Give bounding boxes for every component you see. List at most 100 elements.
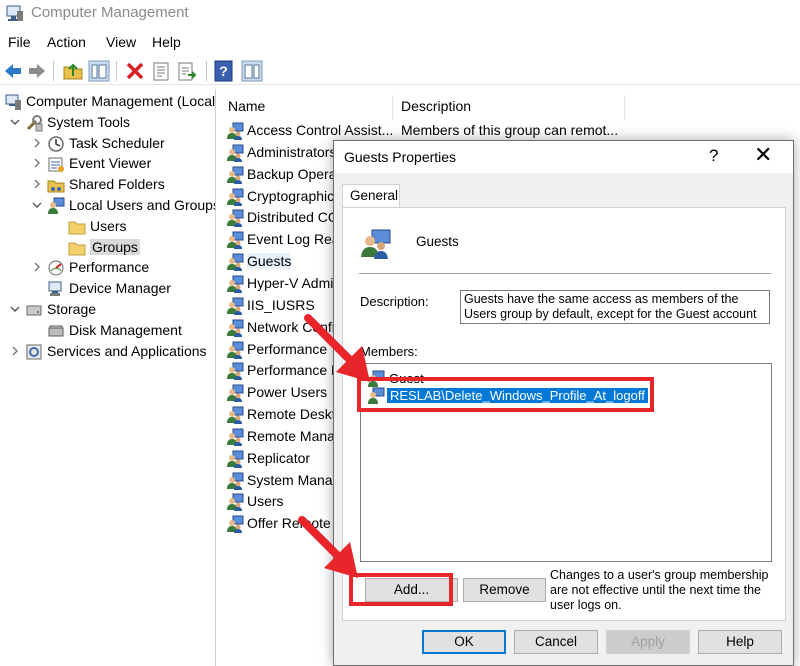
group-icon [227, 297, 244, 315]
menu-help[interactable]: Help [152, 34, 181, 50]
tree-item-label: Users [90, 217, 127, 234]
tree-item-label: Local Users and Groups [69, 197, 216, 213]
back-icon[interactable] [2, 60, 24, 82]
group-icon [227, 231, 244, 250]
tree-item-label: Shared Folders [69, 176, 165, 193]
highlight-selected-member [357, 377, 654, 412]
group-icon [227, 362, 244, 381]
svg-text:?: ? [219, 63, 228, 79]
group-icon [227, 275, 244, 293]
chevron-down-icon[interactable] [9, 303, 21, 315]
dialog-help-icon[interactable]: ? [709, 146, 718, 166]
chevron-right-icon[interactable] [31, 137, 43, 149]
group-icon [227, 319, 244, 337]
menu-action[interactable]: Action [47, 34, 86, 50]
computer-icon [5, 94, 21, 110]
computer-management-icon [6, 5, 23, 21]
toolbar-separator [53, 61, 54, 81]
show-hide-tree-icon[interactable] [88, 60, 110, 82]
console-tree: Computer Management (Local System Tools Ta… [0, 89, 216, 666]
chevron-down-icon[interactable] [31, 199, 43, 211]
column-header-name[interactable]: Name [228, 98, 265, 114]
description-label: Description: [360, 294, 429, 309]
tree-item-label: Services and Applications [47, 342, 207, 359]
group-icon [227, 472, 244, 490]
delete-icon[interactable] [124, 60, 146, 82]
storage-icon [26, 305, 42, 316]
dialog-titlebar: Guests Properties ? ✕ [334, 141, 793, 173]
services-icon [26, 344, 42, 360]
tree-item-label: Groups [90, 238, 140, 255]
window-title: Computer Management [31, 4, 189, 21]
tools-icon [26, 114, 43, 132]
column-header-description[interactable]: Description [401, 98, 471, 114]
remove-button[interactable]: Remove [463, 578, 546, 602]
row-name: System Manag [247, 471, 341, 488]
chevron-right-icon[interactable] [31, 178, 43, 190]
device-manager-icon [48, 281, 62, 297]
chevron-down-icon[interactable] [9, 116, 21, 128]
menu-view[interactable]: View [106, 34, 136, 50]
tree-item-label: Task Scheduler [69, 134, 165, 151]
group-icon [227, 166, 244, 184]
up-folder-icon[interactable] [62, 60, 84, 82]
row-name: Cryptographic [247, 187, 335, 204]
properties-icon[interactable] [150, 60, 172, 82]
column-separator[interactable] [624, 95, 625, 119]
show-action-pane-icon[interactable] [241, 60, 263, 82]
row-description: Members of this group can remot... [401, 122, 619, 138]
window-titlebar: Computer Management [0, 0, 800, 28]
dialog-title: Guests Properties [344, 149, 457, 165]
group-icon [227, 493, 244, 512]
cancel-button[interactable]: Cancel [514, 630, 598, 654]
forward-icon[interactable] [26, 60, 48, 82]
help-icon[interactable]: ? [213, 60, 235, 82]
group-icon [227, 384, 244, 403]
group-icon [227, 209, 244, 228]
row-name: Distributed CO [247, 209, 339, 226]
folder-icon [68, 221, 86, 235]
toolbar: ? [0, 57, 800, 85]
row-name: Access Control Assist... [247, 122, 394, 138]
row-name: Hyper-V Admi [247, 274, 334, 291]
description-field[interactable]: Guests have the same access as members o… [460, 290, 770, 324]
divider [359, 273, 771, 274]
menu-file[interactable]: File [8, 34, 31, 50]
group-icon [227, 188, 244, 206]
toolbar-separator [116, 61, 117, 81]
column-separator[interactable] [392, 95, 393, 119]
group-name: Guests [416, 234, 459, 249]
export-list-icon[interactable] [176, 60, 198, 82]
row-name: Administrators [247, 143, 337, 160]
tree-item-label: Storage [47, 301, 97, 317]
row-name: Remote Deskto [247, 406, 344, 423]
list-header: Name Description [222, 95, 800, 119]
disk-icon [48, 325, 64, 337]
clock-icon [48, 135, 64, 152]
tree-item-label: Computer Management (Local [26, 93, 216, 109]
apply-button[interactable]: Apply [606, 630, 690, 654]
row-name: Users [247, 493, 284, 510]
general-tab-panel: Guests Description: Guests have the same… [342, 207, 786, 621]
group-icon [227, 515, 244, 534]
group-icon [227, 144, 244, 162]
group-users-icon [361, 229, 391, 259]
row-name: Remote Manag [247, 427, 343, 444]
chevron-right-icon[interactable] [9, 345, 21, 357]
performance-icon [48, 260, 64, 276]
group-icon [227, 450, 244, 468]
chevron-right-icon[interactable] [31, 157, 43, 169]
dialog-close-icon[interactable]: ✕ [754, 142, 772, 168]
tree-item-label: Event Viewer [69, 155, 152, 172]
ok-button[interactable]: OK [422, 630, 506, 654]
folder-icon [68, 242, 86, 256]
tree-item-label: Performance [69, 259, 150, 276]
users-icon [48, 197, 65, 214]
annotation-arrow-icon [304, 314, 370, 382]
chevron-right-icon[interactable] [31, 261, 43, 273]
tab-general[interactable]: General [342, 184, 400, 208]
row-name: Guests [247, 253, 292, 270]
tree-item-label: Disk Management [69, 321, 182, 338]
help-button[interactable]: Help [698, 630, 782, 654]
group-icon [227, 253, 244, 272]
